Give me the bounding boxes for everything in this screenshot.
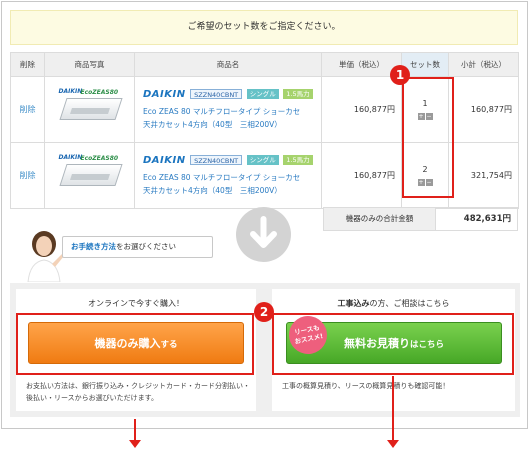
total-value: 482,631円 <box>463 214 511 224</box>
total-label: 機器のみの合計金額 <box>324 208 436 230</box>
guide-woman-image <box>22 230 66 283</box>
brand-logo: DAIKIN <box>143 154 186 166</box>
down-arrow-icon <box>236 207 291 262</box>
horsepower-badge: 1.5馬力 <box>283 155 313 165</box>
arrow-down-left <box>134 419 136 441</box>
header-product-name: 商品名 <box>134 52 322 77</box>
product-name-link[interactable]: Eco ZEAS 80 マルチフロータイプ ショーカセ 天井カセット4方向（40… <box>143 171 321 197</box>
brand-logo: DAIKIN <box>143 88 186 100</box>
horsepower-badge: 1.5馬力 <box>283 89 313 99</box>
header-subtotal: 小計（税込） <box>448 52 519 77</box>
model-badge: SZZN40CBNT <box>190 89 243 99</box>
model-badge: SZZN40CBNT <box>190 155 243 165</box>
unit-price: 160,877円 <box>321 76 402 143</box>
header-delete: 削除 <box>10 52 45 77</box>
estimate-heading: 工事込みの方、ご相談はこちら <box>337 299 450 308</box>
delete-link[interactable]: 削除 <box>20 105 36 114</box>
buy-highlight-box <box>16 313 254 375</box>
estimate-note: 工事の概算見積り、リースの概算見積りも確認可能！ <box>282 382 450 390</box>
table-header-row: 削除 商品写真 商品名 単価（税込） セット数 小計（税込） <box>10 52 519 77</box>
arrow-head-left <box>129 440 141 448</box>
online-purchase-heading: オンラインで今すぐ購入！ <box>88 299 184 308</box>
type-badge: シングル <box>246 155 279 165</box>
delete-link[interactable]: 削除 <box>20 171 36 180</box>
unit-price: 160,877円 <box>321 142 402 209</box>
total-box: 機器のみの合計金額 482,631円 <box>323 207 518 231</box>
arrow-head-right <box>387 440 399 448</box>
payment-note: お支払い方法は、銀行振り込み・クレジットカード・カード分割払い・後払い・リースか… <box>26 382 250 402</box>
product-image[interactable]: DAIKIN EcoZEAS80 <box>57 88 123 130</box>
subtotal: 160,877円 <box>448 76 519 143</box>
arrow-down-right <box>392 376 394 441</box>
type-badge: シングル <box>246 89 279 99</box>
product-image[interactable]: DAIKIN EcoZEAS80 <box>57 154 123 196</box>
callout-number-2: 2 <box>254 302 274 322</box>
estimate-highlight-box <box>272 313 514 375</box>
guide-speech-bubble: お手続き方法をお選びください <box>62 236 213 258</box>
quantity-highlight-box <box>402 77 454 198</box>
subtotal: 321,754円 <box>448 142 519 209</box>
callout-number-1: 1 <box>390 65 410 85</box>
product-name-link[interactable]: Eco ZEAS 80 マルチフロータイプ ショーカセ 天井カセット4方向（40… <box>143 105 321 131</box>
instruction-banner: ご希望のセット数をご指定ください。 <box>10 10 518 45</box>
header-photo: 商品写真 <box>44 52 135 77</box>
